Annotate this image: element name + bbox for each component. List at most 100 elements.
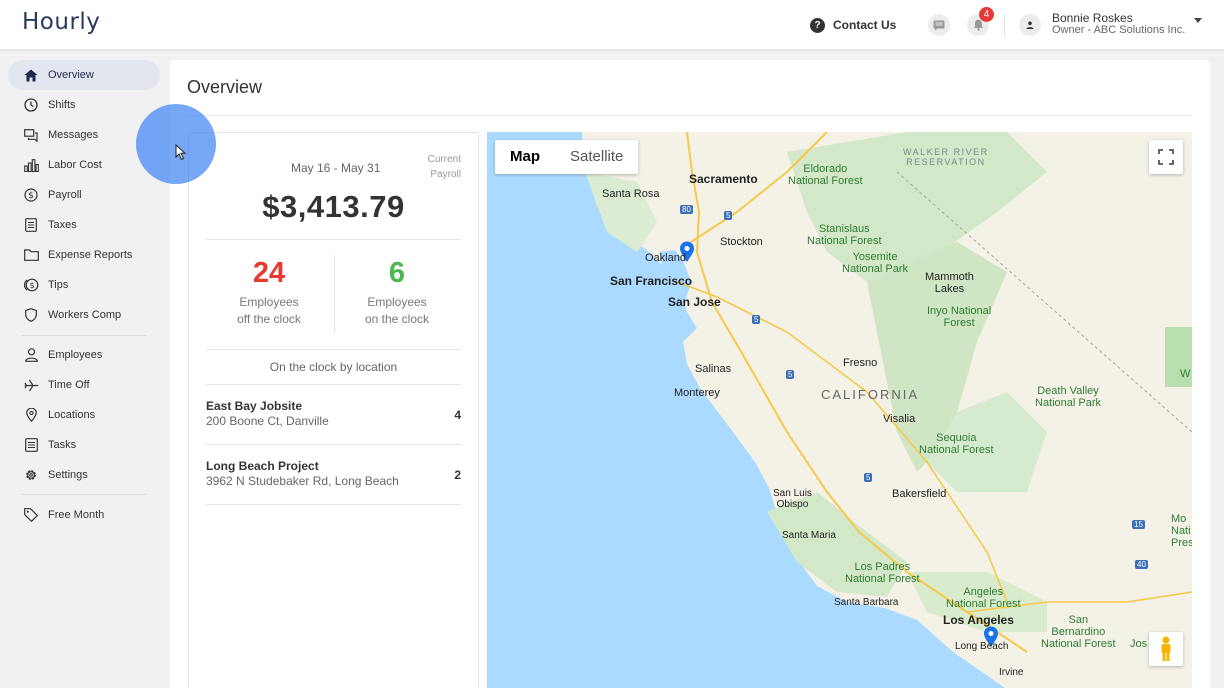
sidebar-item-locations[interactable]: Locations: [8, 400, 160, 430]
app-logo[interactable]: Hourly: [22, 9, 100, 35]
off-clock-stat[interactable]: 24 Employees off the clock: [204, 257, 334, 328]
sidebar-divider: [22, 335, 146, 336]
card-divider: [206, 349, 461, 350]
map-label: San Jose: [668, 295, 721, 309]
map-label: San Bernardino National Forest: [1041, 614, 1116, 650]
off-clock-label-line1: Employees: [239, 295, 299, 309]
bar-chart-icon: [23, 157, 39, 173]
map-label: Fresno: [843, 357, 878, 369]
payroll-summary-card: May 16 - May 31 Current Payroll $3,413.7…: [188, 132, 479, 688]
sidebar-item-workers-comp[interactable]: Workers Comp: [8, 300, 160, 330]
sidebar-item-free-month[interactable]: Free Month: [8, 500, 160, 530]
sidebar-item-employees[interactable]: Employees: [8, 340, 160, 370]
sidebar-item-label: Shifts: [48, 99, 76, 111]
svg-text:$: $: [28, 191, 34, 201]
map-label: Death Valley National Park: [1035, 385, 1102, 409]
sidebar-item-time-off[interactable]: Time Off: [8, 370, 160, 400]
map-type-map-button[interactable]: Map: [495, 140, 555, 174]
on-clock-caption: Employees on the clock: [332, 294, 462, 328]
sidebar-item-label: Settings: [48, 469, 88, 481]
pay-period-range[interactable]: May 16 - May 31: [291, 161, 380, 175]
map-label: Oakland: [645, 252, 686, 264]
street-view-pegman[interactable]: [1149, 632, 1183, 666]
on-clock-stat[interactable]: 6 Employees on the clock: [332, 257, 462, 328]
map-label: Salinas: [695, 363, 732, 375]
shield-icon: [23, 307, 39, 323]
contact-us-label: Contact Us: [833, 18, 897, 32]
user-menu-caret-icon[interactable]: [1194, 18, 1202, 23]
map-type-satellite-button[interactable]: Satellite: [555, 140, 638, 174]
folder-icon: [23, 247, 39, 263]
sidebar-item-label: Tips: [48, 279, 69, 291]
payroll-label: Payroll: [430, 169, 461, 180]
location-row[interactable]: Long Beach Project 3962 N Studebaker Rd,…: [206, 459, 461, 519]
off-clock-caption: Employees off the clock: [204, 294, 334, 328]
map-label: Eldorado National Forest: [788, 163, 863, 187]
sidebar-item-settings[interactable]: Settings: [8, 460, 160, 490]
map-label: WALKER RIVER RESERVATION: [903, 147, 989, 167]
by-location-title: On the clock by location: [269, 360, 398, 374]
map-label: Santa Rosa: [602, 188, 660, 200]
user-icon: [1026, 21, 1034, 29]
sidebar-item-tasks[interactable]: Tasks: [8, 430, 160, 460]
map-label: Inyo National Forest: [927, 305, 992, 329]
sidebar-item-label: Messages: [48, 129, 99, 141]
map-label: Santa Barbara: [834, 597, 899, 608]
sidebar-item-overview[interactable]: Overview: [8, 60, 160, 90]
location-address: 200 Boone Ct, Danville: [206, 414, 329, 428]
highway-shield: 5: [786, 370, 795, 379]
map-label: Bakersfield: [892, 488, 947, 500]
highway-shield: 15: [1132, 520, 1145, 529]
map-label: San Francisco: [610, 274, 693, 288]
clock-icon: [23, 97, 39, 113]
sidebar-item-payroll[interactable]: $ Payroll: [8, 180, 160, 210]
pegman-icon: [1161, 636, 1171, 661]
messages-icon: [23, 127, 39, 143]
chat-button[interactable]: [928, 14, 950, 36]
help-icon: ?: [810, 17, 825, 33]
map-label: San Luis Obispo: [773, 488, 812, 510]
on-clock-label-line2: on the clock: [364, 312, 430, 326]
user-role: Owner - ABC Solutions Inc.: [1052, 24, 1186, 36]
map-label: Santa Maria: [782, 530, 836, 541]
location-row[interactable]: East Bay Jobsite 200 Boone Ct, Danville …: [206, 399, 461, 459]
notification-badge: 4: [978, 6, 995, 23]
highway-shield: 5: [724, 211, 733, 220]
map-label: Irvine: [999, 667, 1024, 678]
map-label: Visalia: [883, 413, 916, 425]
main-panel: Overview May 16 - May 31 Current Payroll…: [170, 60, 1210, 688]
sidebar-item-taxes[interactable]: Taxes: [8, 210, 160, 240]
dollar-circle-icon: $: [23, 187, 39, 203]
sidebar-item-label: Overview: [48, 69, 94, 81]
sidebar-item-label: Tasks: [48, 439, 77, 451]
sidebar-item-label: Locations: [48, 409, 96, 421]
on-clock-label-line1: Employees: [367, 295, 427, 309]
off-clock-label-line2: off the clock: [237, 312, 301, 326]
svg-text:$: $: [29, 281, 34, 290]
sidebar-item-label: Labor Cost: [48, 159, 102, 171]
map-label: Mammoth Lakes: [925, 271, 974, 295]
location-count: 2: [454, 468, 461, 482]
map-label: Angeles National Forest: [946, 586, 1021, 610]
fullscreen-button[interactable]: [1149, 140, 1183, 174]
person-icon: [23, 347, 39, 363]
title-divider: [187, 115, 1193, 116]
sidebar-item-tips[interactable]: $ Tips: [8, 270, 160, 300]
off-clock-count: 24: [252, 257, 286, 289]
map-label: Stockton: [720, 236, 763, 248]
sidebar-item-expense-reports[interactable]: Expense Reports: [8, 240, 160, 270]
map-label: Monterey: [674, 387, 720, 399]
sidebar-item-label: Employees: [48, 349, 103, 361]
contact-us-button[interactable]: ? Contact Us: [806, 12, 902, 38]
sidebar-item-shifts[interactable]: Shifts: [8, 90, 160, 120]
map-view[interactable]: Map Satellite Sacramento Eldorado Nationa…: [487, 132, 1192, 688]
home-icon: [23, 67, 39, 83]
avatar[interactable]: [1019, 14, 1041, 36]
list-icon: [23, 437, 39, 453]
sidebar-item-label: Payroll: [48, 189, 82, 201]
map-label: CALIFORNIA: [821, 387, 920, 402]
card-divider: [206, 384, 461, 385]
map-label: W: [1180, 368, 1191, 380]
current-payroll-label: Current Payroll: [428, 152, 461, 182]
user-name[interactable]: Bonnie Roskes: [1052, 11, 1133, 25]
